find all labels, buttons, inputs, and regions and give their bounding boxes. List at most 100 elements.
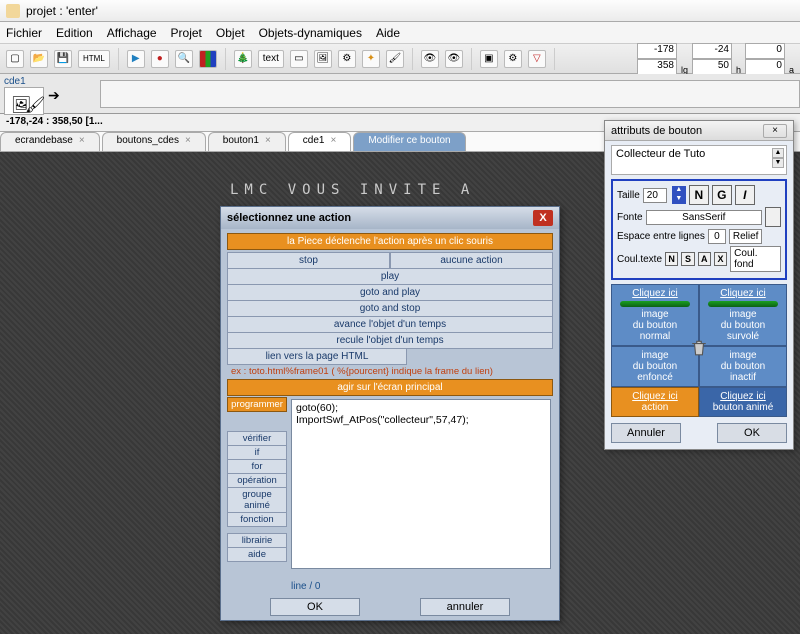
tree-icon[interactable]: 🎄 [234, 50, 252, 68]
close-icon[interactable]: × [79, 135, 85, 146]
font-input[interactable]: SansSerif [646, 210, 762, 225]
image-icon[interactable]: 🖼 [314, 50, 332, 68]
coord-x[interactable]: -178 [637, 43, 677, 59]
zoom-icon[interactable]: 🔍 [175, 50, 193, 68]
dialog-header[interactable]: sélectionnez une action X [221, 207, 559, 229]
close-icon[interactable]: X [533, 210, 553, 226]
html-icon[interactable]: HTML [78, 50, 110, 68]
menu-objets-dynamiques[interactable]: Objets-dynamiques [259, 26, 362, 40]
size-input[interactable]: 20 [643, 188, 667, 203]
label-fonte: Fonte [617, 212, 643, 223]
close-icon[interactable]: × [330, 135, 336, 146]
side-verifier[interactable]: vérifier [227, 431, 287, 446]
ok-button[interactable]: OK [270, 598, 360, 616]
style-bold[interactable]: G [712, 185, 732, 205]
dropdown-icon[interactable]: ▽ [528, 50, 546, 68]
tab-cde1[interactable]: cde1× [288, 132, 352, 151]
close-icon[interactable]: × [763, 124, 787, 138]
align-a[interactable]: A [698, 252, 711, 266]
size-up-icon[interactable]: ▲ [672, 186, 686, 195]
spinner-up-icon[interactable]: ▲ [772, 148, 784, 158]
tab-modifier-bouton[interactable]: Modifier ce bouton [353, 132, 465, 151]
play-icon[interactable]: ▶ [127, 50, 145, 68]
side-groupe[interactable]: groupe animé [227, 487, 287, 513]
text-tool-button[interactable]: text [258, 50, 284, 68]
ok-button[interactable]: OK [717, 423, 787, 443]
cell-normal[interactable]: Cliquez iciimage du bouton normal [611, 284, 699, 346]
relief-button[interactable]: Relief [729, 229, 763, 244]
layer-icons[interactable]: 🖼 🖌 [4, 87, 44, 115]
settings-icon[interactable]: ⚙ [504, 50, 522, 68]
menu-objet[interactable]: Objet [216, 26, 245, 40]
menu-affichage[interactable]: Affichage [107, 26, 157, 40]
rgb-icon[interactable] [199, 50, 217, 68]
close-icon[interactable]: × [185, 135, 191, 146]
open-icon[interactable]: 📂 [30, 50, 48, 68]
record-icon[interactable]: ● [151, 50, 169, 68]
star-icon[interactable]: ✦ [362, 50, 380, 68]
new-icon[interactable]: ▢ [6, 50, 24, 68]
eye-icon[interactable]: 👁 [421, 50, 439, 68]
action-rewind[interactable]: recule l'objet d'un temps [227, 332, 553, 349]
layer-brush-icon[interactable]: 🖌 [25, 95, 37, 107]
menu-projet[interactable]: Projet [171, 26, 202, 40]
action-goto-stop[interactable]: goto and stop [227, 300, 553, 317]
side-programmer[interactable]: programmer [227, 397, 287, 412]
side-fonction[interactable]: fonction [227, 512, 287, 527]
action-none[interactable]: aucune action [390, 252, 553, 269]
cell-enfonce[interactable]: image du bouton enfoncé [611, 346, 699, 387]
label-coul: Coul.texte [617, 254, 662, 265]
cell-survole[interactable]: Cliquez iciimage du bouton survolé [699, 284, 787, 346]
menu-fichier[interactable]: Fichier [6, 26, 42, 40]
code-editor[interactable]: goto(60); ImportSwf_AtPos("collecteur",5… [291, 399, 551, 569]
cell-anime[interactable]: Cliquez icibouton animé [699, 387, 787, 417]
font-picker-icon[interactable] [765, 207, 781, 227]
coord-r1[interactable]: 0 [745, 43, 785, 59]
action-goto-play[interactable]: goto and play [227, 284, 553, 301]
dialog2-header[interactable]: attributs de bouton × [605, 121, 793, 141]
trash-icon[interactable] [690, 339, 708, 357]
menu-edition[interactable]: Edition [56, 26, 93, 40]
tab-boutons-cdes[interactable]: boutons_cdes× [102, 132, 206, 151]
preview-icon[interactable]: 👁 [445, 50, 463, 68]
rect-icon[interactable]: ▭ [290, 50, 308, 68]
paint-icon[interactable]: 🖌 [386, 50, 404, 68]
bg-color-button[interactable]: Coul. fond [730, 246, 781, 272]
side-if[interactable]: if [227, 445, 287, 460]
tab-ecrandebase[interactable]: ecrandebase× [0, 132, 100, 151]
align-n[interactable]: N [665, 252, 678, 266]
gear-icon[interactable]: ⚙ [338, 50, 356, 68]
layer-image-icon[interactable]: 🖼 [11, 95, 23, 107]
style-italic[interactable]: I [735, 185, 755, 205]
side-operation[interactable]: opération [227, 473, 287, 488]
linespace-input[interactable]: 0 [708, 229, 726, 244]
action-stop[interactable]: stop [227, 252, 390, 269]
cell-action[interactable]: Cliquez iciaction [611, 387, 699, 417]
align-x[interactable]: X [714, 252, 727, 266]
action-html-link[interactable]: lien vers la page HTML [227, 348, 407, 365]
size-down-icon[interactable]: ▼ [672, 195, 686, 204]
close-icon[interactable]: × [265, 135, 271, 146]
tab-bouton1[interactable]: bouton1× [208, 132, 286, 151]
annuler-button[interactable]: Annuler [611, 423, 681, 443]
coord-r2[interactable]: 0 [745, 59, 785, 75]
action-play[interactable]: play [227, 268, 553, 285]
spinner-down-icon[interactable]: ▼ [772, 158, 784, 168]
action-advance[interactable]: avance l'objet d'un temps [227, 316, 553, 333]
cell-inactif[interactable]: image du bouton inactif [699, 346, 787, 387]
side-for[interactable]: for [227, 459, 287, 474]
style-normal[interactable]: N [689, 185, 709, 205]
cancel-button[interactable]: annuler [420, 598, 510, 616]
group-icon[interactable]: ▣ [480, 50, 498, 68]
save-icon[interactable]: 💾 [54, 50, 72, 68]
coord-lg[interactable]: 358 [637, 59, 677, 75]
side-aide[interactable]: aide [227, 547, 287, 562]
button-name-field[interactable]: Collecteur de Tuto ▲▼ [611, 145, 787, 175]
align-s[interactable]: S [681, 252, 694, 266]
coord-h[interactable]: 50 [692, 59, 732, 75]
timeline-ruler[interactable] [100, 80, 800, 108]
coord-y[interactable]: -24 [692, 43, 732, 59]
line-indicator: line / 0 [291, 581, 320, 592]
menu-aide[interactable]: Aide [376, 26, 400, 40]
side-librairie[interactable]: librairie [227, 533, 287, 548]
